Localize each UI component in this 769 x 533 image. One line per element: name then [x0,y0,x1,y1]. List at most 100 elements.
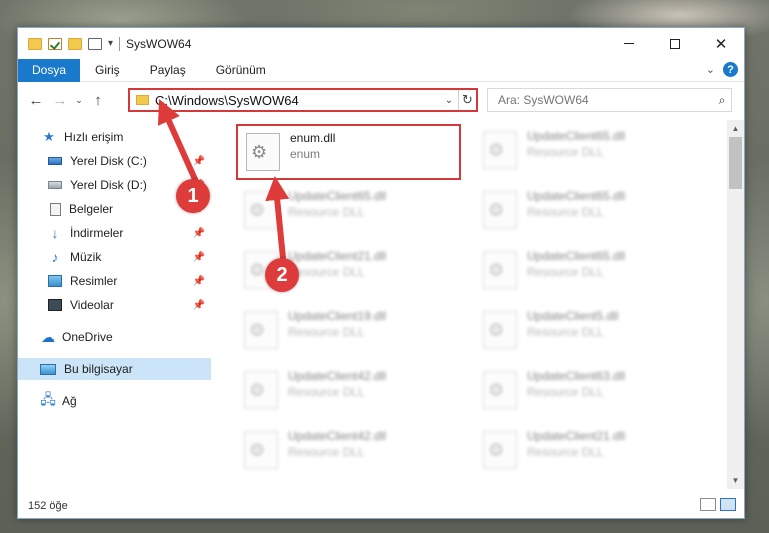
sidebar-item-videos[interactable]: Videolar 📌 [18,294,211,316]
list-item[interactable]: UpdateClient63.dll Resource DLL [475,364,700,420]
pictures-icon [48,275,62,287]
scroll-up-icon[interactable]: ▲ [727,120,744,137]
maximize-button[interactable] [652,28,698,59]
videos-icon [48,299,62,311]
list-item[interactable]: UpdateClient65.dll Resource DLL [475,244,700,300]
navigation-pane: ★ Hızlı erişim Yerel Disk (C:) 📌 Yerel D… [18,124,211,479]
tab-gorunum[interactable]: Görünüm [201,59,281,82]
folder-icon[interactable] [28,37,42,50]
sidebar-item-this-pc[interactable]: Bu bilgisayar [18,358,211,380]
file-type: Resource DLL [527,385,604,399]
large-icons-view-icon[interactable] [720,498,736,511]
file-type: Resource DLL [527,325,604,339]
sidebar-item-label: Resimler [70,274,118,288]
pin-icon[interactable]: 📌 [193,276,205,287]
toolbar-dropdown-icon[interactable]: ▾ [108,38,113,49]
list-item[interactable]: UpdateClient5.dll Resource DLL [475,304,700,360]
navigation-bar: ← → ⌄ ↑ C:\Windows\SysWOW64 ⌄ ↻ ⌕ [18,84,744,116]
sidebar-item-pictures[interactable]: Resimler 📌 [18,270,211,292]
file-item-enum-dll[interactable]: enum.dll enum [236,124,461,180]
list-item[interactable]: UpdateClient21.dll Resource DLL [475,424,700,480]
address-path[interactable]: C:\Windows\SysWOW64 [155,93,440,108]
file-type: Resource DLL [527,145,604,159]
window-title: SysWOW64 [126,36,192,51]
tab-dosya[interactable]: Dosya [18,58,81,82]
properties-check-icon[interactable] [48,37,62,50]
maximize-icon [670,38,680,49]
tab-paylas[interactable]: Paylaş [135,59,201,82]
drive-c-icon [48,157,62,165]
title-bar: ▾ SysWOW64 ✕ [18,28,744,59]
dll-file-icon [483,371,517,409]
sidebar-item-label: Videolar [70,298,114,312]
sidebar-item-downloads[interactable]: ↓ İndirmeler 📌 [18,222,211,244]
file-type: Resource DLL [288,385,365,399]
search-box[interactable]: ⌕ [487,88,732,112]
minimize-icon [624,43,634,44]
recent-locations-chevron-icon[interactable]: ⌄ [72,95,86,106]
forward-arrow-icon[interactable]: → [48,92,72,109]
sidebar-item-label: Yerel Disk (C:) [70,154,147,168]
expand-ribbon-icon[interactable]: ⌄ [706,63,715,76]
pin-icon[interactable]: 📌 [193,228,205,239]
file-type: Resource DLL [527,205,604,219]
scroll-down-icon[interactable]: ▼ [727,472,744,489]
details-view-icon[interactable] [700,498,716,511]
sidebar-item-music[interactable]: ♪ Müzik 📌 [18,246,211,268]
vertical-scrollbar[interactable]: ▲ ▼ [727,120,744,489]
file-name: UpdateClient65.dll [527,249,626,263]
sidebar-item-quick-access[interactable]: ★ Hızlı erişim [18,126,211,148]
file-name: enum.dll [290,131,336,145]
file-name: UpdateClient65.dll [527,189,626,203]
file-name: UpdateClient42.dll [288,429,387,443]
pin-icon[interactable]: 📌 [193,252,205,263]
scrollbar-thumb[interactable] [729,137,742,189]
search-input[interactable] [498,93,713,107]
sidebar-item-label: Yerel Disk (D:) [70,178,147,192]
sidebar-item-network[interactable]: 🖧 Ağ [18,390,211,412]
address-bar[interactable]: C:\Windows\SysWOW64 ⌄ ↻ [128,88,478,112]
file-explorer-window: ▾ SysWOW64 ✕ Dosya Giriş Paylaş Görünüm … [17,27,745,519]
dll-file-icon [244,431,278,469]
file-type: enum [290,147,321,161]
list-item[interactable]: UpdateClient19.dll Resource DLL [236,304,461,360]
customize-toolbar-icon[interactable] [88,37,102,50]
list-item[interactable]: UpdateClient42.dll Resource DLL [236,364,461,420]
pin-icon[interactable]: 📌 [193,156,205,167]
sidebar-item-label: Belgeler [69,202,114,216]
dll-file-icon [483,191,517,229]
download-icon: ↓ [51,225,59,241]
ribbon-tabs: Dosya Giriş Paylaş Görünüm ⌄ ? [18,58,744,82]
help-icon[interactable]: ? [723,62,738,77]
sidebar-item-drive-c[interactable]: Yerel Disk (C:) 📌 [18,150,211,172]
status-bar: 152 öğe [18,493,744,518]
file-name: UpdateClient19.dll [288,309,387,323]
search-icon[interactable]: ⌕ [713,93,731,108]
file-name: UpdateClient42.dll [288,369,387,383]
up-arrow-icon[interactable]: ↑ [86,92,110,109]
close-button[interactable]: ✕ [698,28,744,59]
list-item[interactable]: UpdateClient65.dll Resource DLL [475,184,700,240]
back-arrow-icon[interactable]: ← [24,92,48,109]
file-list: enum.dll enum UpdateClient65.dll Resourc… [230,120,727,489]
new-folder-icon[interactable] [68,37,82,50]
tab-giris[interactable]: Giriş [80,59,135,82]
step-marker-1: 1 [176,179,210,213]
file-name: UpdateClient65.dll [288,189,387,203]
list-item[interactable]: UpdateClient65.dll Resource DLL [475,124,700,180]
list-item[interactable]: UpdateClient42.dll Resource DLL [236,424,461,480]
minimize-button[interactable] [606,28,652,59]
address-folder-icon [136,95,149,105]
sidebar-item-onedrive[interactable]: ☁ OneDrive [18,326,211,348]
close-icon: ✕ [714,35,728,53]
sidebar-item-label: Ağ [62,394,77,408]
list-item[interactable]: UpdateClient65.dll Resource DLL [236,184,461,240]
refresh-icon[interactable]: ↻ [458,90,476,110]
file-type: Resource DLL [527,445,604,459]
pin-icon[interactable]: 📌 [193,300,205,311]
dll-file-icon [244,311,278,349]
sidebar-item-label: Müzik [70,250,102,264]
address-dropdown-icon[interactable]: ⌄ [440,95,458,106]
ribbon-right-controls: ⌄ ? [706,62,738,77]
documents-icon [50,202,61,216]
